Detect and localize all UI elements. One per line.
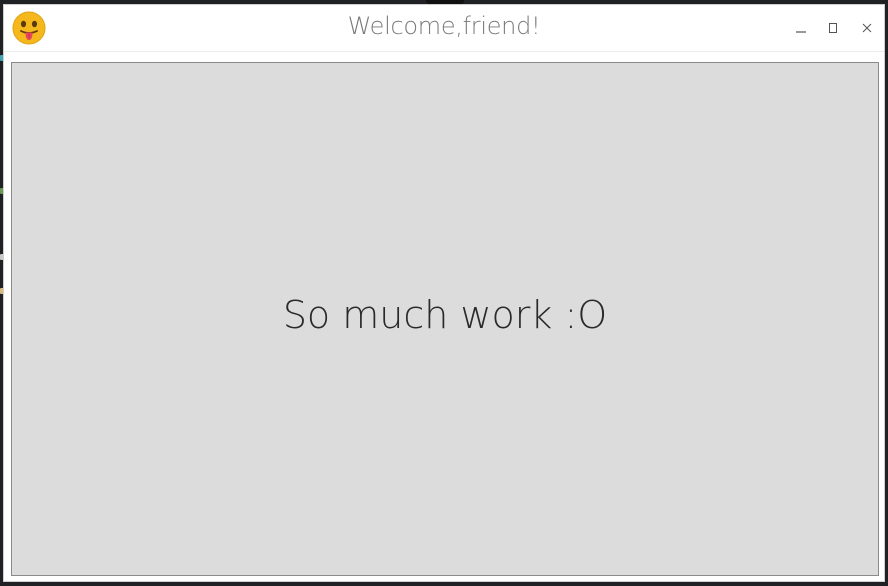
- app-window: Welcome,friend! So much work :O: [3, 4, 885, 582]
- close-button[interactable]: [856, 17, 878, 39]
- window-title: Welcome,friend!: [347, 12, 541, 40]
- close-icon: [862, 23, 872, 33]
- title-bar[interactable]: Welcome,friend!: [4, 5, 884, 52]
- maximize-icon: [829, 23, 837, 33]
- minimize-button[interactable]: [790, 17, 812, 39]
- content-panel: So much work :O: [11, 62, 879, 576]
- maximize-button[interactable]: [822, 17, 844, 39]
- content-message: So much work :O: [282, 293, 608, 337]
- minimize-icon: [796, 31, 806, 33]
